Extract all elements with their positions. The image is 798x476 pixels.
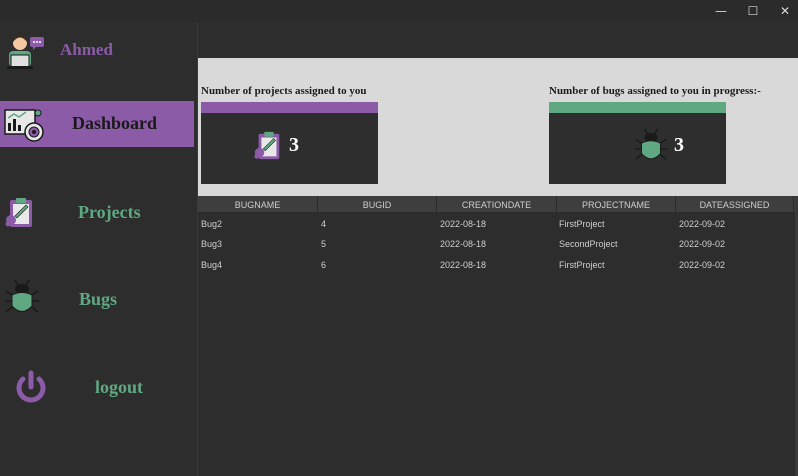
user-name: Ahmed [60,40,113,59]
column-header-creationdate[interactable]: CREATIONDATE [437,196,557,213]
table-row[interactable]: Bug4 6 2022-08-18 FirstProject 2022-09-0… [198,255,798,275]
bug-icon [4,279,40,322]
cell-creationdate: 2022-08-18 [440,219,487,229]
sidebar-item-bugs[interactable]: Bugs [0,275,194,321]
cell-projectname: SecondProject [559,239,618,249]
sidebar-item-label: logout [95,377,144,397]
sidebar: Ahmed Dashboard Projects Bugs logout [0,22,198,476]
projects-count: 3 [289,134,299,156]
column-header-bugname[interactable]: BUGNAME [198,196,318,213]
title-bar: — ☐ ✕ [0,0,798,22]
power-icon [14,370,48,411]
cell-dateassigned: 2022-09-02 [679,219,726,229]
summary-panel: Number of projects assigned to you 3 Num… [198,58,798,196]
sidebar-item-logout[interactable]: logout [0,365,194,411]
projects-card-title: Number of projects assigned to you [201,85,367,97]
bug-icon [633,128,669,169]
table-row[interactable]: Bug3 5 2022-08-18 SecondProject 2022-09-… [198,234,798,254]
clipboard-icon [252,130,284,167]
cell-bugid: 5 [321,239,327,249]
column-header-bugid[interactable]: BUGID [318,196,437,213]
table-row[interactable]: Bug2 4 2022-08-18 FirstProject 2022-09-0… [198,214,798,234]
minimize-button[interactable]: — [705,0,737,22]
sidebar-item-projects[interactable]: Projects [0,188,194,234]
cell-bugid: 4 [321,219,327,229]
cell-bugname: Bug3 [201,239,223,249]
column-header-projectname[interactable]: PROJECTNAME [557,196,676,213]
bugs-count: 3 [674,134,684,156]
user-profile: Ahmed [0,30,194,76]
table-header: BUGNAME BUGID CREATIONDATE PROJECTNAME D… [198,196,798,213]
cell-projectname: FirstProject [559,260,605,270]
projects-card-accent [201,102,378,113]
bugs-card-title: Number of bugs assigned to you in progre… [549,85,761,97]
projects-count-card: 3 [201,102,378,184]
sidebar-item-label: Bugs [79,289,118,309]
close-button[interactable]: ✕ [769,0,798,22]
bugs-table: BUGNAME BUGID CREATIONDATE PROJECTNAME D… [198,196,798,476]
cell-dateassigned: 2022-09-02 [679,239,726,249]
clipboard-icon [4,196,36,235]
cell-bugname: Bug4 [201,260,223,270]
cell-projectname: FirstProject [559,219,605,229]
bugs-count-card: 3 [549,102,726,184]
sidebar-item-label: Projects [78,202,141,222]
bugs-card-accent [549,102,726,113]
cell-bugid: 6 [321,260,327,270]
dashboard-icon [4,107,44,148]
cell-dateassigned: 2022-09-02 [679,260,726,270]
sidebar-item-label: Dashboard [72,113,158,133]
cell-creationdate: 2022-08-18 [440,260,487,270]
cell-creationdate: 2022-08-18 [440,239,487,249]
user-avatar-icon [6,34,46,77]
sidebar-item-dashboard[interactable]: Dashboard [0,101,194,147]
cell-bugname: Bug2 [201,219,223,229]
column-header-dateassigned[interactable]: DATEASSIGNED [676,196,794,213]
maximize-button[interactable]: ☐ [737,0,769,22]
